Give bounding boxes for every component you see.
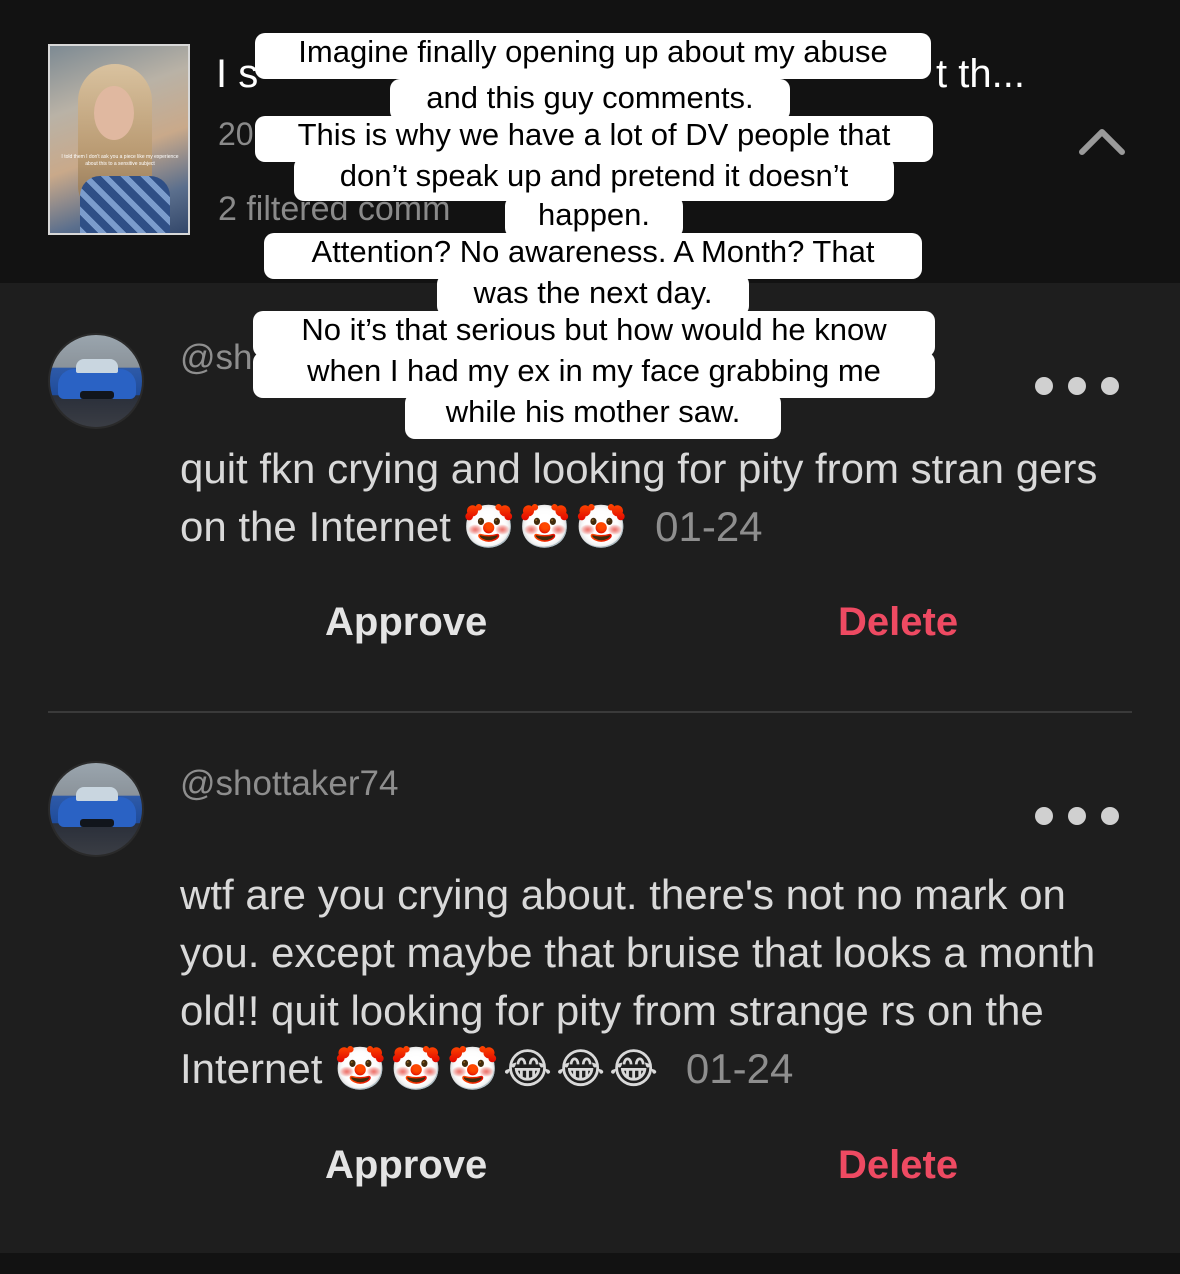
- video-title-start: I s: [216, 52, 259, 96]
- comment-text: wtf are you crying about. there's not no…: [180, 866, 1140, 1098]
- delete-button[interactable]: Delete: [838, 1143, 958, 1188]
- comment-username[interactable]: @sh: [180, 338, 253, 378]
- chevron-up-icon[interactable]: [1078, 122, 1126, 158]
- more-options-icon[interactable]: [1034, 806, 1120, 826]
- comment-emojis: 🤡🤡🤡: [462, 503, 632, 550]
- thumbnail-caption: I told them I don't ask you a piece like…: [61, 154, 179, 167]
- comment-text: quit fkn crying and looking for pity fro…: [180, 440, 1140, 556]
- thumbnail-face: [94, 86, 134, 140]
- approve-button[interactable]: Approve: [325, 600, 487, 645]
- comment-username[interactable]: @shottaker74: [180, 764, 398, 804]
- video-title-end: t th...: [936, 52, 1025, 96]
- comment-body: quit fkn crying and looking for pity fro…: [180, 445, 1098, 550]
- thumbnail-shirt: [80, 176, 170, 233]
- video-title: I s t th...: [216, 52, 1056, 97]
- filtered-comments-panel: [0, 283, 1180, 1253]
- comment-date: 01-24: [655, 503, 763, 550]
- bottom-bar: [0, 1253, 1180, 1274]
- avatar[interactable]: [48, 333, 144, 429]
- approve-button[interactable]: Approve: [325, 1143, 487, 1188]
- video-date: 20: [218, 116, 254, 152]
- filtered-comments-count: 2 filtered comm: [218, 190, 451, 228]
- avatar[interactable]: [48, 761, 144, 857]
- comment-emojis: 🤡🤡🤡😂😂😂: [334, 1045, 663, 1092]
- delete-button[interactable]: Delete: [838, 600, 958, 645]
- video-header: I told them I don't ask you a piece like…: [0, 0, 1180, 283]
- comment-date: 01-24: [685, 1045, 794, 1092]
- comment-divider: [48, 711, 1132, 713]
- video-thumbnail[interactable]: I told them I don't ask you a piece like…: [48, 44, 190, 235]
- more-options-icon[interactable]: [1034, 376, 1120, 396]
